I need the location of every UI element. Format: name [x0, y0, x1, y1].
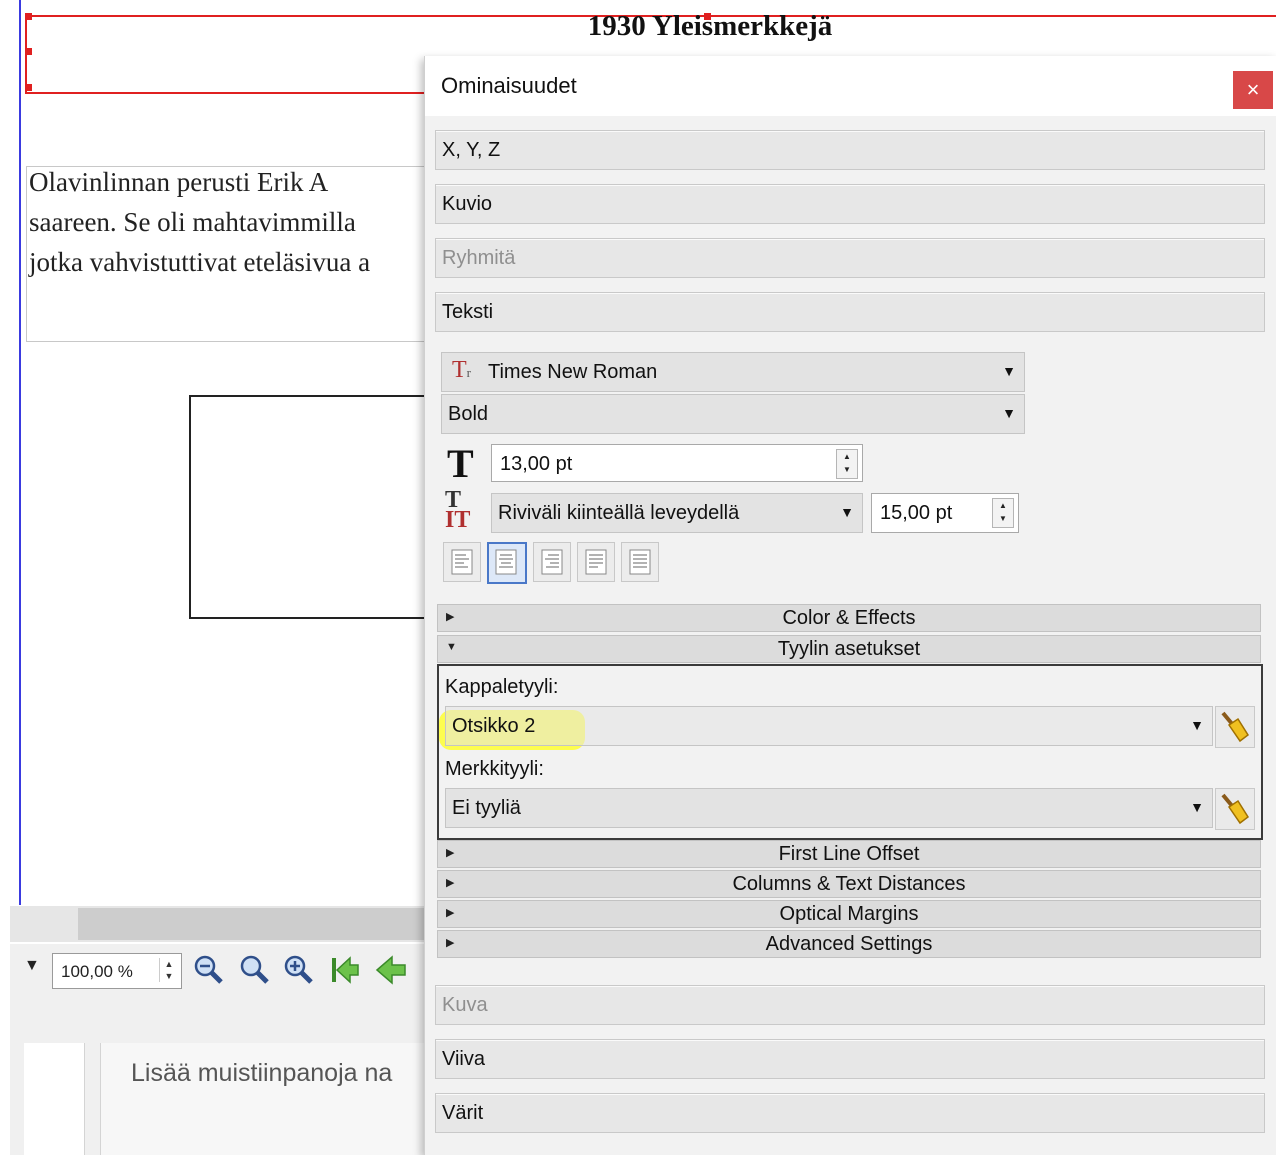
status-toolbar: ▼ 100,00 % ▲ ▼	[10, 944, 430, 998]
section-image-button[interactable]: Kuva	[435, 985, 1265, 1025]
line-spacing-value: 15,00 pt	[880, 502, 953, 524]
chevron-down-icon: ▼	[1190, 717, 1204, 733]
first-line-offset-expander[interactable]: ▶ First Line Offset	[437, 840, 1261, 868]
scrollbar-thumb[interactable]	[78, 908, 430, 940]
expander-label: Advanced Settings	[765, 933, 933, 955]
zoom-field[interactable]: 100,00 % ▲ ▼	[52, 953, 182, 989]
align-left-button[interactable]	[443, 542, 481, 582]
zoom-in-icon[interactable]	[282, 953, 316, 987]
section-label: Ryhmitä	[442, 247, 516, 269]
body-text-frame[interactable]: Olavinlinnan perusti Erik A saareen. Se …	[26, 166, 448, 342]
notes-side-panel	[24, 1043, 85, 1155]
align-right-icon	[541, 549, 563, 575]
previous-page-icon[interactable]	[374, 953, 408, 987]
align-justify-button[interactable]	[577, 542, 615, 582]
chevron-down-icon: ▼	[1002, 405, 1016, 421]
advanced-settings-expander[interactable]: ▶ Advanced Settings	[437, 930, 1261, 958]
align-force-justify-icon	[629, 549, 651, 575]
section-label: Värit	[442, 1102, 484, 1124]
section-label: Viiva	[442, 1048, 485, 1070]
font-size-spinner[interactable]: ▲ ▼	[836, 449, 858, 479]
dialog-title: Ominaisuudet	[441, 73, 577, 98]
close-button[interactable]: ×	[1233, 71, 1273, 109]
font-size-icon: T	[447, 441, 474, 486]
character-style-select[interactable]: Ei tyyliä ▼	[445, 788, 1213, 828]
font-size-value: 13,00 pt	[500, 453, 573, 475]
brush-icon	[1221, 793, 1250, 825]
zoom-out-icon[interactable]	[192, 953, 226, 987]
expander-label: Tyylin asetukset	[777, 638, 921, 660]
font-family-select[interactable]: Tr Times New Roman ▼	[441, 352, 1025, 392]
expander-label: Columns & Text Distances	[732, 873, 966, 895]
section-colors-button[interactable]: Värit	[435, 1093, 1265, 1133]
notes-placeholder: Lisää muistiinpanoja na	[131, 1059, 393, 1087]
line-spacing-mode-value: Riviväli kiinteällä leveydellä	[498, 502, 740, 524]
selection-handle[interactable]	[25, 84, 32, 91]
line-spacing-mode-select[interactable]: Riviväli kiinteällä leveydellä ▼	[491, 493, 863, 533]
selection-handle[interactable]	[25, 13, 32, 20]
chevron-down-icon: ▼	[1002, 363, 1016, 379]
notes-area: Lisää muistiinpanoja na	[10, 1043, 431, 1155]
expander-label: First Line Offset	[778, 843, 920, 865]
columns-expander[interactable]: ▶ Columns & Text Distances	[437, 870, 1261, 898]
paragraph-style-value: Otsikko 2	[452, 715, 536, 737]
expander-label: Optical Margins	[779, 903, 919, 925]
character-style-value: Ei tyyliä	[452, 797, 521, 819]
section-label: X, Y, Z	[442, 139, 501, 161]
margin-guide	[19, 0, 21, 905]
align-center-icon	[495, 549, 517, 575]
zoom-value: 100,00 %	[61, 962, 133, 981]
align-right-button[interactable]	[533, 542, 571, 582]
first-page-icon[interactable]	[328, 953, 362, 987]
brush-icon	[1221, 711, 1250, 743]
chevron-down-icon: ▼	[1190, 799, 1204, 815]
section-line-button[interactable]: Viiva	[435, 1039, 1265, 1079]
line-spacing-icon: T IT	[445, 487, 471, 533]
zoom-reset-icon[interactable]	[238, 953, 272, 987]
font-style-value: Bold	[448, 403, 489, 425]
optical-margins-expander[interactable]: ▶ Optical Margins	[437, 900, 1261, 928]
style-settings-panel: Kappaletyyli: Otsikko 2 ▼ Merkkityyli: E…	[437, 664, 1263, 840]
notes-panel[interactable]: Lisää muistiinpanoja na	[100, 1043, 431, 1155]
font-type-icon: Tr	[452, 357, 472, 383]
view-dropdown-arrow-icon[interactable]: ▼	[24, 957, 40, 975]
body-text-line: Olavinlinnan perusti Erik A	[29, 167, 329, 197]
align-justify-icon	[585, 549, 607, 575]
font-style-select[interactable]: Bold ▼	[441, 394, 1025, 434]
color-effects-expander[interactable]: ▶ Color & Effects	[437, 604, 1261, 632]
paragraph-style-select[interactable]: Otsikko 2 ▼	[445, 706, 1213, 746]
image-frame[interactable]	[189, 395, 451, 619]
line-spacing-field[interactable]: 15,00 pt ▲ ▼	[871, 493, 1019, 533]
character-style-label: Merkkityyli:	[445, 758, 544, 780]
paragraph-style-label: Kappaletyyli:	[445, 676, 559, 698]
character-style-clear-button[interactable]	[1215, 788, 1255, 830]
section-xyz-button[interactable]: X, Y, Z	[435, 130, 1265, 170]
horizontal-scrollbar[interactable]	[10, 906, 430, 942]
selection-handle[interactable]	[25, 48, 32, 55]
body-text-line: jotka vahvistuttivat eteläsivua a	[29, 247, 371, 277]
chevron-down-icon: ▼	[840, 504, 854, 520]
document-heading: 1930 Yleismerkkejä	[587, 10, 833, 42]
status-area	[10, 998, 430, 1043]
style-settings-expander[interactable]: ▼ Tyylin asetukset	[437, 635, 1261, 663]
dialog-titlebar[interactable]: Ominaisuudet ×	[425, 56, 1276, 116]
body-text-line: saareen. Se oli mahtavimmilla	[29, 207, 356, 237]
properties-dialog: Ominaisuudet × X, Y, Z Kuvio Ryhmitä Tek…	[424, 56, 1276, 1155]
section-label: Kuvio	[442, 193, 493, 215]
section-text-button[interactable]: Teksti	[435, 292, 1265, 332]
section-label: Teksti	[442, 301, 494, 323]
line-spacing-spinner[interactable]: ▲ ▼	[992, 498, 1014, 528]
paragraph-style-clear-button[interactable]	[1215, 706, 1255, 748]
section-group-button[interactable]: Ryhmitä	[435, 238, 1265, 278]
align-center-button[interactable]	[487, 542, 527, 584]
section-shape-button[interactable]: Kuvio	[435, 184, 1265, 224]
zoom-spinner[interactable]: ▲ ▼	[159, 958, 178, 982]
expander-label: Color & Effects	[782, 607, 916, 629]
font-size-field[interactable]: 13,00 pt ▲ ▼	[491, 444, 863, 482]
align-force-justify-button[interactable]	[621, 542, 659, 582]
align-left-icon	[451, 549, 473, 575]
font-family-value: Times New Roman	[488, 361, 658, 383]
section-label: Kuva	[442, 994, 488, 1016]
